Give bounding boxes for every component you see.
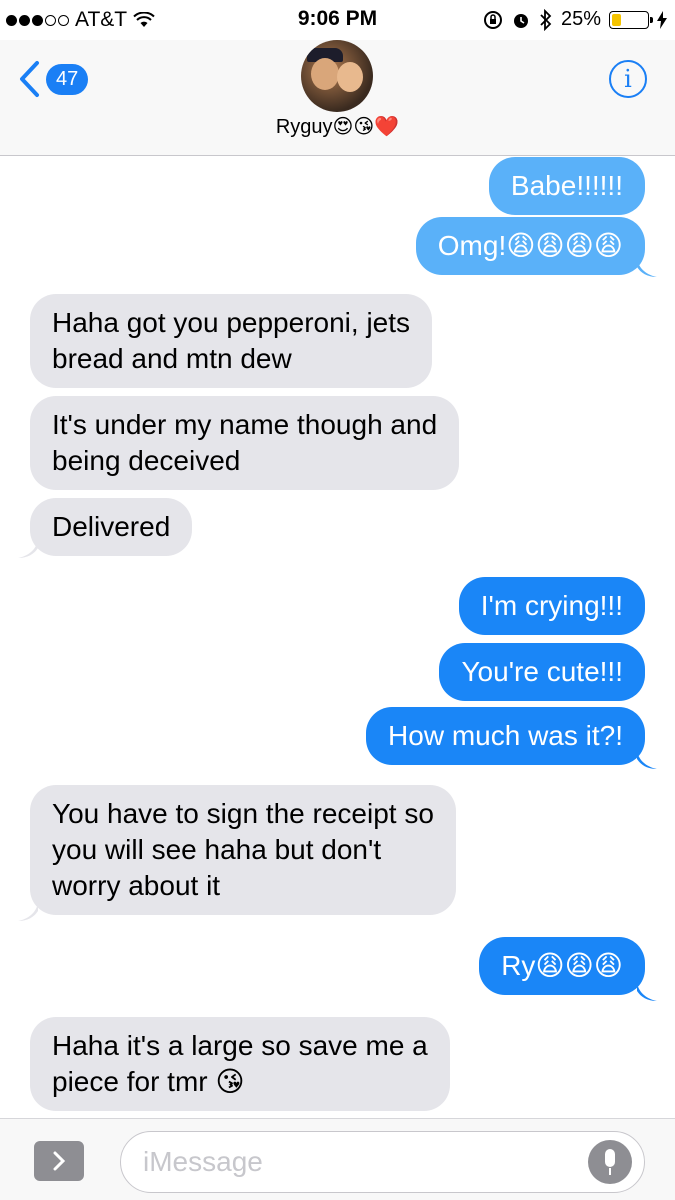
bubble-tail xyxy=(637,983,657,1001)
message-bubble-outgoing[interactable]: Omg!😩😩😩😩 xyxy=(415,217,645,275)
message-bubble-incoming[interactable]: Delivered xyxy=(30,498,193,556)
message-bubble-incoming[interactable]: Haha it's a large so save me a piece for… xyxy=(30,1017,450,1111)
bubble-tail xyxy=(18,903,38,921)
message-input-placeholder: iMessage xyxy=(143,1146,263,1177)
unread-count-badge: 47 xyxy=(46,63,89,95)
status-bar: AT&T 9:06 PM 25% xyxy=(0,0,675,40)
bubble-tail xyxy=(637,751,657,769)
message-bubble-outgoing[interactable]: How much was it?! xyxy=(366,707,645,765)
message-bubble-incoming[interactable]: Haha got you pepperoni, jets bread and m… xyxy=(30,294,433,388)
message-bubble-outgoing[interactable]: Babe!!!!!! xyxy=(488,157,645,215)
microphone-icon xyxy=(605,1149,615,1167)
chevron-left-icon xyxy=(20,61,39,97)
message-bubble-outgoing[interactable]: Ry😩😩😩 xyxy=(479,937,645,995)
message-bubble-incoming[interactable]: It's under my name though and being dece… xyxy=(30,396,460,490)
charging-bolt-icon xyxy=(657,10,667,29)
message-input[interactable]: iMessage xyxy=(120,1131,645,1193)
chevron-right-icon xyxy=(53,1151,66,1171)
info-button[interactable]: i xyxy=(609,60,647,98)
battery-percent: 25% xyxy=(560,8,601,30)
compose-bar: iMessage xyxy=(0,1118,675,1200)
bubble-tail xyxy=(18,540,38,558)
battery-icon xyxy=(609,10,653,29)
microphone-button[interactable] xyxy=(588,1140,632,1184)
contact-avatar[interactable] xyxy=(301,40,373,112)
apps-expand-button[interactable] xyxy=(34,1141,84,1181)
conversation-header: 47 Ryguy😍😘❤️ i xyxy=(0,40,675,156)
message-thread: Babe!!!!!! Omg!😩😩😩😩 Haha got you peppero… xyxy=(0,157,675,1117)
bubble-tail xyxy=(637,259,657,277)
orientation-lock-icon xyxy=(483,10,502,29)
message-bubble-outgoing[interactable]: You're cute!!! xyxy=(439,643,645,701)
message-bubble-incoming[interactable]: You have to sign the receipt so you will… xyxy=(30,785,456,915)
alarm-icon xyxy=(513,13,528,28)
message-bubble-outgoing[interactable]: I'm crying!!! xyxy=(458,577,645,635)
bluetooth-icon xyxy=(540,8,552,31)
status-right: 25% xyxy=(483,8,667,31)
contact-name[interactable]: Ryguy😍😘❤️ xyxy=(0,114,675,139)
back-button[interactable]: 47 xyxy=(18,60,89,98)
